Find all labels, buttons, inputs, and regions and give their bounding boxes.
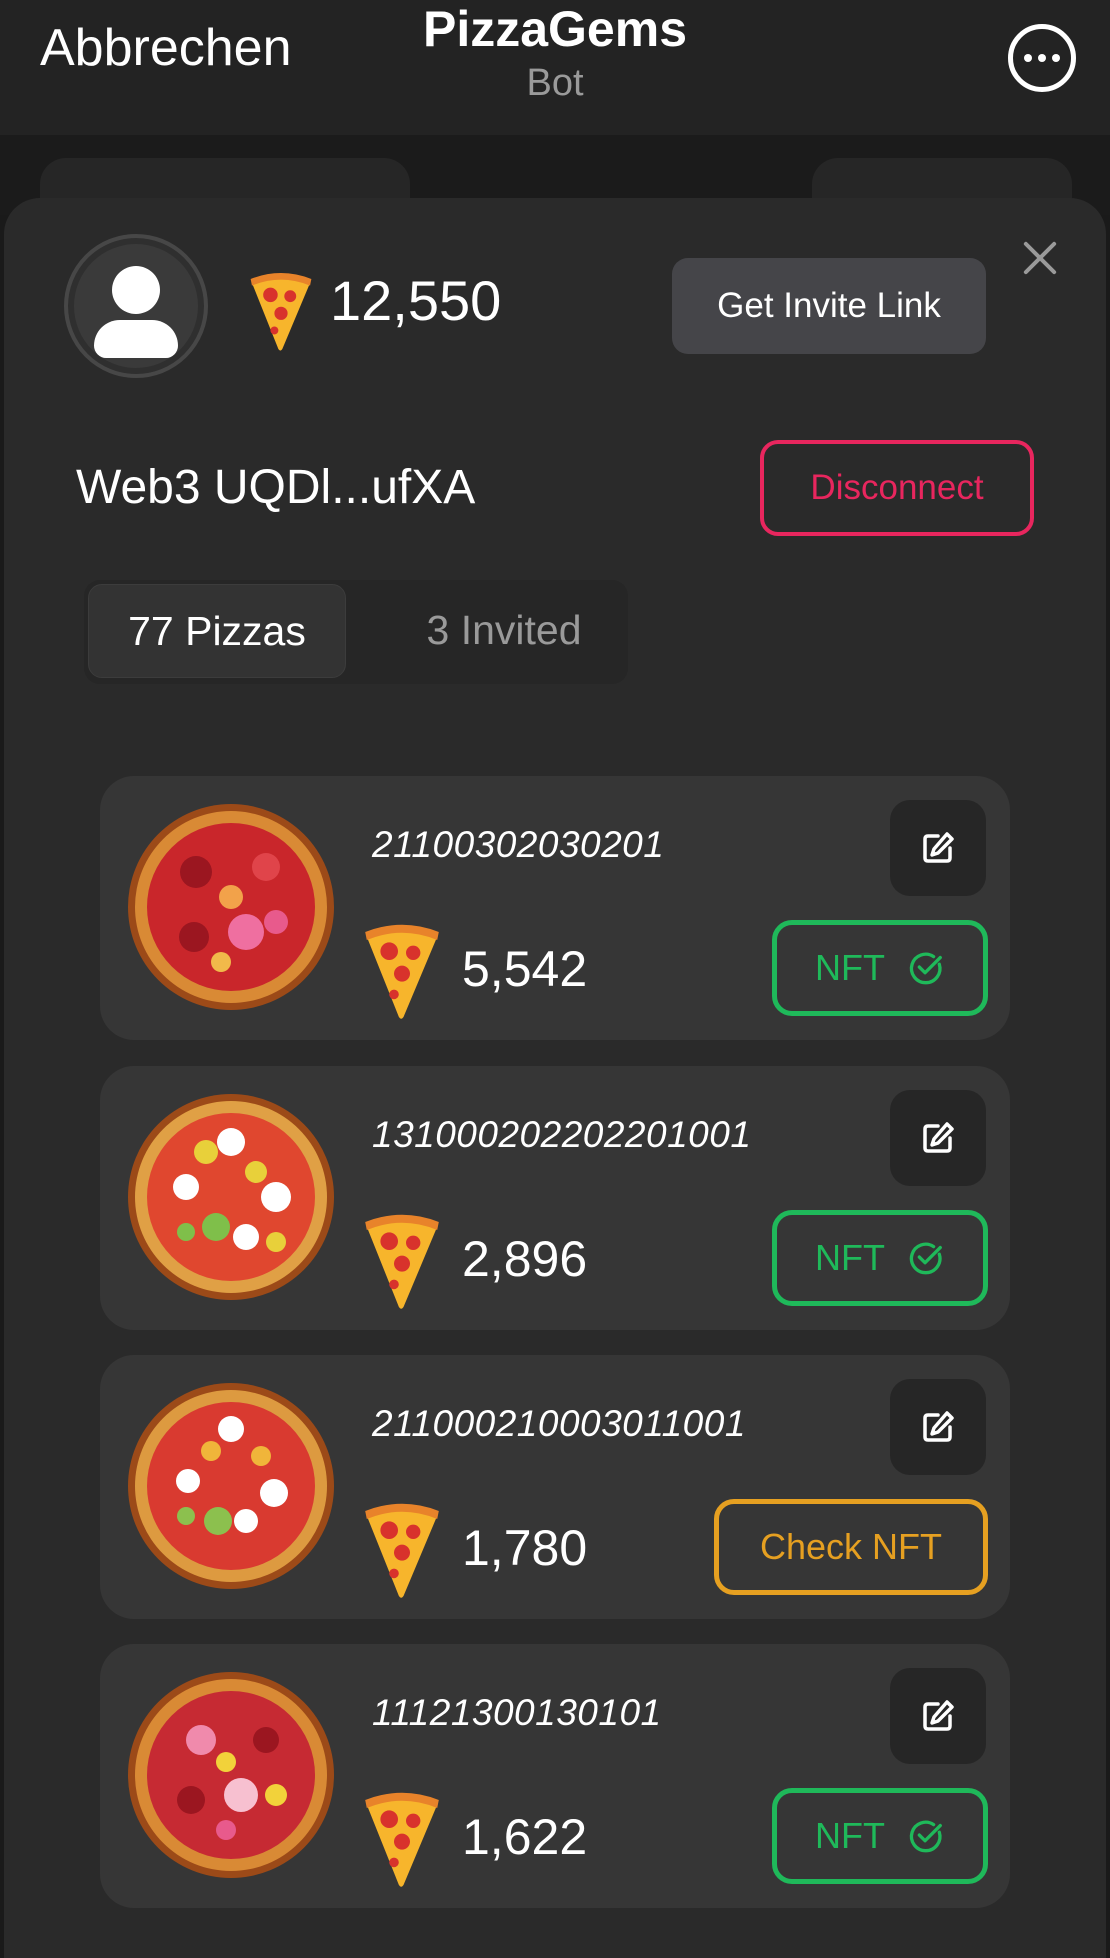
- edit-button[interactable]: [890, 800, 986, 896]
- app-subtitle: Bot: [526, 62, 584, 104]
- more-options-button[interactable]: [1008, 24, 1076, 92]
- pizza-score: 5,542: [462, 941, 588, 997]
- wallet-address: Web3 UQDl...ufXA: [76, 461, 476, 514]
- pizza-slice-icon: [362, 1214, 442, 1310]
- edit-button[interactable]: [890, 1090, 986, 1186]
- pizza-image: [128, 1383, 334, 1589]
- pizza-card: 211000210003011001 1,780 Check NFT: [100, 1355, 1010, 1619]
- pizza-score: 1,780: [462, 1520, 588, 1576]
- edit-icon: [918, 828, 958, 868]
- pizza-slice-icon: [248, 272, 314, 352]
- tab-bar: 77 Pizzas 3 Invited: [84, 580, 628, 684]
- nft-button[interactable]: NFT: [772, 1788, 988, 1884]
- app-title: PizzaGems: [422, 1, 687, 57]
- check-circle-icon: [907, 1817, 945, 1855]
- check-nft-button[interactable]: Check NFT: [714, 1499, 988, 1595]
- pizza-card: 21100302030201 5,542 NFT: [100, 776, 1010, 1040]
- pizza-card: 131000202202201001 2,896 NFT: [100, 1066, 1010, 1330]
- edit-icon: [918, 1118, 958, 1158]
- pizza-id: 131000202202201001: [372, 1114, 752, 1155]
- check-circle-icon: [907, 1239, 945, 1277]
- check-circle-icon: [907, 949, 945, 987]
- pizza-id: 21100302030201: [372, 824, 665, 865]
- pizza-score: 1,622: [462, 1809, 588, 1865]
- pizza-id: 211000210003011001: [372, 1403, 746, 1444]
- nft-button[interactable]: NFT: [772, 920, 988, 1016]
- tab-pizzas[interactable]: 77 Pizzas: [88, 584, 346, 678]
- nft-label: NFT: [815, 1237, 885, 1278]
- nft-label: NFT: [815, 1815, 885, 1856]
- pizza-slice-icon: [362, 924, 442, 1020]
- pizza-image: [128, 1672, 334, 1878]
- close-icon[interactable]: [1020, 238, 1060, 278]
- nft-button[interactable]: NFT: [772, 1210, 988, 1306]
- nft-label: NFT: [815, 947, 885, 988]
- pizza-card: 11121300130101 1,622 NFT: [100, 1644, 1010, 1908]
- tab-invited[interactable]: 3 Invited: [384, 584, 624, 676]
- disconnect-button[interactable]: Disconnect: [760, 440, 1034, 536]
- pizza-image: [128, 1094, 334, 1300]
- pizza-slice-icon: [362, 1503, 442, 1599]
- top-bar: Abbrechen PizzaGems Bot: [0, 0, 1110, 135]
- pizza-score: 2,896: [462, 1231, 588, 1287]
- edit-button[interactable]: [890, 1668, 986, 1764]
- pizza-id: 11121300130101: [372, 1692, 662, 1733]
- edit-icon: [918, 1407, 958, 1447]
- pizza-image: [128, 804, 334, 1010]
- balance-value: 12,550: [330, 269, 502, 332]
- pizza-slice-icon: [362, 1792, 442, 1888]
- edit-button[interactable]: [890, 1379, 986, 1475]
- avatar: [64, 234, 208, 378]
- get-invite-link-button[interactable]: Get Invite Link: [672, 258, 986, 354]
- edit-icon: [918, 1696, 958, 1736]
